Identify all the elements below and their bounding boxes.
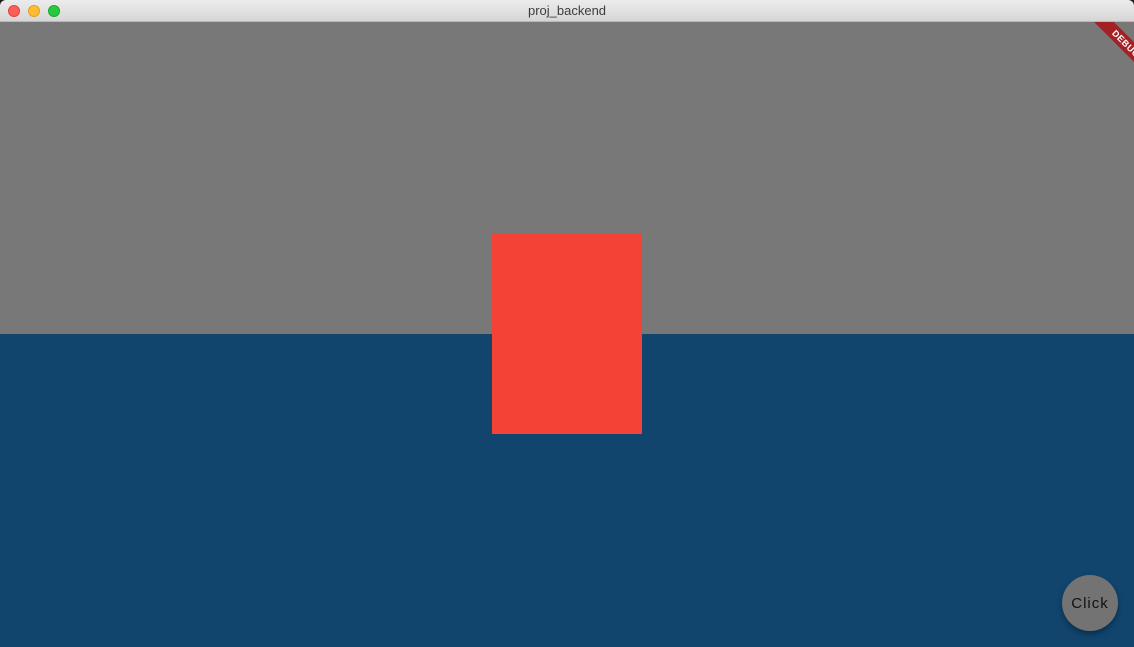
app-window: proj_backend Click DEBUG: [0, 0, 1134, 647]
debug-ribbon: DEBUG: [1085, 22, 1134, 82]
click-button[interactable]: Click: [1062, 575, 1118, 631]
app-content: Click DEBUG: [0, 22, 1134, 647]
red-box: [492, 234, 642, 434]
window-title: proj_backend: [527, 3, 607, 18]
title-bar: proj_backend: [0, 0, 1134, 22]
debug-banner: DEBUG: [1074, 22, 1134, 82]
